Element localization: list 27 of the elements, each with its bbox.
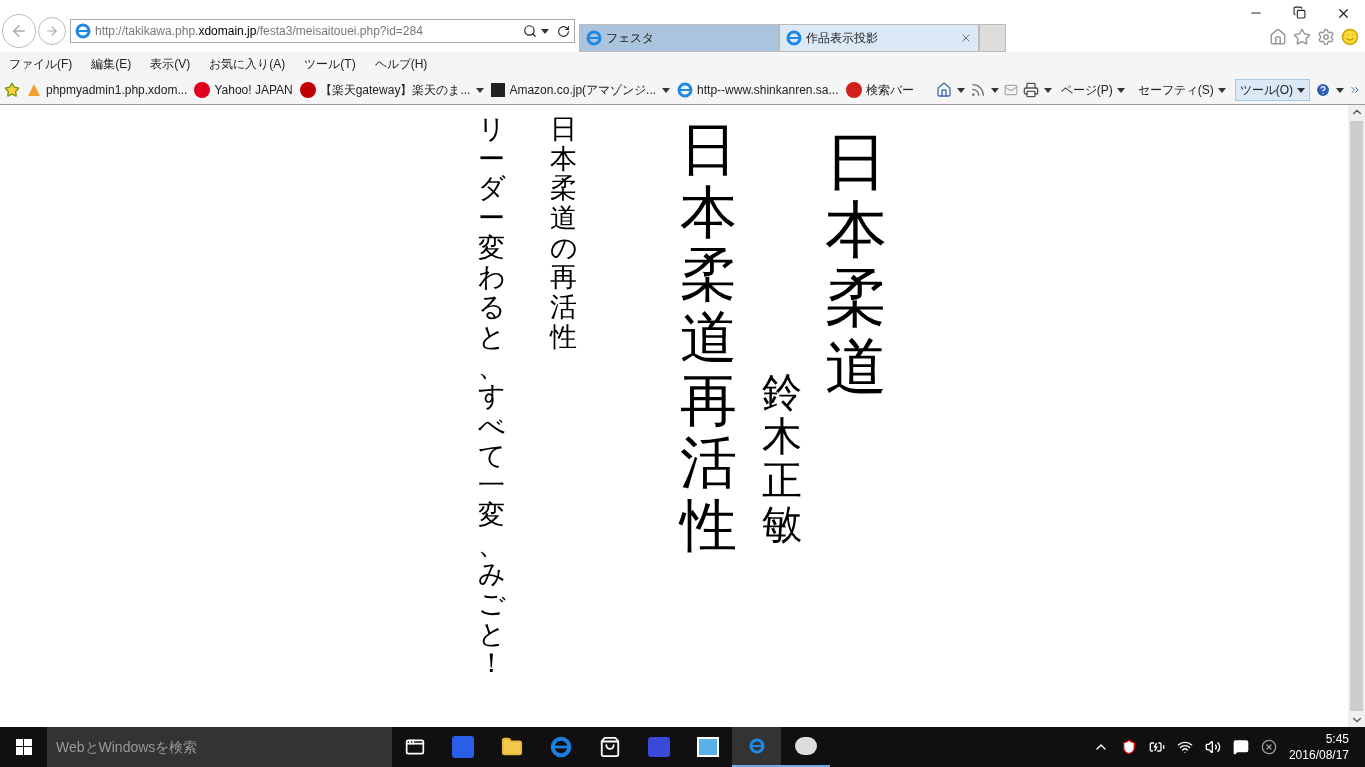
clock-date[interactable]: 2016/08/17 bbox=[1288, 747, 1349, 763]
menu-item[interactable]: ファイル(F) bbox=[9, 55, 73, 73]
menu-item[interactable]: 表示(V) bbox=[150, 55, 191, 73]
favorite-link[interactable]: http--www.shinkanren.sa... bbox=[697, 81, 839, 99]
browser-tab[interactable]: フェスタ bbox=[579, 24, 779, 52]
vertical-text: リーダー変わると、すべて一変、みごと！ bbox=[478, 115, 505, 680]
browser-tab[interactable]: 作品表示投影 bbox=[779, 24, 979, 52]
menu-item[interactable]: お気に入り(A) bbox=[209, 55, 286, 73]
menu-item[interactable]: ヘルプ(H) bbox=[374, 55, 428, 73]
command-menu-button[interactable]: セーフティ(S) bbox=[1133, 79, 1230, 101]
vertical-text: 日本柔道の再活性 bbox=[550, 115, 577, 353]
favorite-link[interactable]: 【楽天gateway】楽天のま... bbox=[319, 81, 485, 99]
favorite-link[interactable]: Amazon.co.jp(アマゾンジ... bbox=[509, 81, 671, 99]
vertical-text: 日本柔道再活性 bbox=[680, 118, 737, 557]
favorite-link[interactable]: Yahoo! JAPAN bbox=[214, 81, 293, 99]
clock-time[interactable]: 5:45 bbox=[1325, 731, 1349, 747]
favorite-link[interactable]: 検索バー bbox=[865, 81, 914, 99]
favorite-link[interactable]: phpmyadmin1.php.xdom... bbox=[46, 81, 188, 99]
menu-item[interactable]: ツール(T) bbox=[304, 55, 356, 73]
command-menu-button[interactable]: ツール(O) bbox=[1234, 79, 1310, 101]
vertical-text: 鈴木正敏 bbox=[762, 370, 802, 546]
url-text: http://takikawa.php.xdomain.jp/festa3/meisaitouei.php?id=284 bbox=[95, 23, 424, 40]
address-bar[interactable]: http://takikawa.php.xdomain.jp/festa3/meisaitouei.php?id=284 bbox=[70, 19, 575, 43]
command-menu-button[interactable]: ページ(P) bbox=[1056, 79, 1129, 101]
taskbar-search-field[interactable]: WebとWindowsを検索 bbox=[47, 727, 392, 767]
menu-item[interactable]: 編集(E) bbox=[91, 55, 132, 73]
vertical-text: 日本柔道 bbox=[825, 128, 887, 401]
